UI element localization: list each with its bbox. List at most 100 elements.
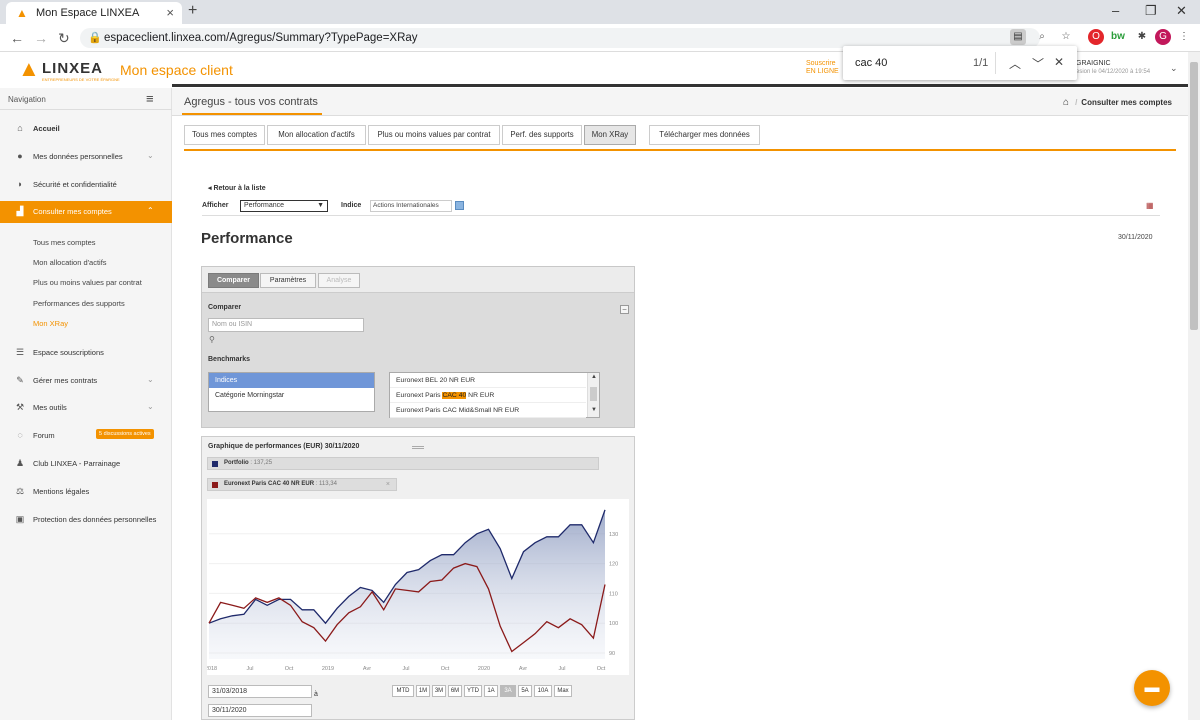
list-item[interactable]: Catégorie Morningstar: [209, 388, 374, 403]
indice-field[interactable]: Actions Internationales: [370, 200, 452, 212]
y-tick-label: 100: [609, 621, 618, 627]
hamburger-icon[interactable]: ≡: [146, 91, 154, 106]
y-tick-label: 90: [609, 651, 615, 657]
collapse-icon[interactable]: −: [620, 305, 629, 314]
retour-link[interactable]: ◂ Retour à la liste: [208, 184, 266, 192]
list-item-text: Euronext Paris CAC Mid&Small NR EUR: [396, 407, 520, 414]
tab-plus-moins-values[interactable]: Plus ou moins values par contrat: [368, 125, 500, 145]
back-arrow-icon[interactable]: ←: [10, 30, 24, 46]
find-previous-icon[interactable]: ︿: [1009, 55, 1021, 72]
search-input[interactable]: Nom ou ISIN: [208, 318, 364, 332]
profile-avatar[interactable]: G: [1155, 29, 1171, 45]
sidebar-item-consulter[interactable]: ▟ Consulter mes comptes ⌃: [0, 201, 172, 223]
forward-arrow-icon[interactable]: →: [34, 30, 48, 46]
close-window-button[interactable]: ✕: [1176, 3, 1187, 19]
close-tab-icon[interactable]: ×: [166, 5, 174, 20]
page-scrollbar[interactable]: [1188, 52, 1200, 720]
list-scrollbar[interactable]: ▲ ▼: [587, 373, 599, 417]
compare-tabs: Comparer Paramètres Analyse: [202, 267, 634, 293]
end-date-input[interactable]: 30/11/2020: [208, 704, 312, 717]
scroll-thumb[interactable]: [590, 387, 597, 401]
sidebar-item-donnees[interactable]: ● Mes données personnelles ⌄: [0, 146, 172, 168]
sidebar-sub-xray[interactable]: Mon XRay: [33, 319, 68, 328]
breadcrumb-current[interactable]: Consulter mes comptes: [1081, 98, 1172, 107]
sidebar-item-protection[interactable]: ▣ Protection des données personnelles: [0, 509, 172, 531]
scroll-thumb[interactable]: [1190, 62, 1198, 330]
calendar-icon[interactable]: ▦: [1146, 201, 1154, 210]
souscrire-link[interactable]: Souscrire EN LIGNE: [806, 60, 839, 76]
range-button-1a[interactable]: 1A: [484, 685, 498, 697]
x-tick-label: 2019: [322, 666, 334, 672]
search-icon[interactable]: ⚲: [209, 335, 215, 344]
x-tick-label: Avr: [519, 666, 527, 672]
performance-chart: 90 100 110 120 130 2018 Jul Oct 2019 Avr Jul Oct 202…: [207, 499, 629, 675]
reader-mode-icon[interactable]: ▤: [1010, 29, 1026, 45]
sidebar-sub-allocation[interactable]: Mon allocation d'actifs: [33, 258, 107, 267]
range-button-1m[interactable]: 1M: [416, 685, 430, 697]
legend-cac40: Euronext Paris CAC 40 NR EUR : 113,34 ×: [207, 478, 397, 491]
sidebar-item-souscriptions[interactable]: ☰ Espace souscriptions: [0, 342, 172, 364]
tab-comparer[interactable]: Comparer: [208, 273, 259, 288]
sidebar-item-mentions[interactable]: ⚖ Mentions légales: [0, 481, 172, 503]
sidebar-sub-plusmoins[interactable]: Plus ou moins values par contrat: [33, 278, 142, 287]
scroll-down-icon[interactable]: ▼: [591, 407, 597, 413]
extensions-puzzle-icon[interactable]: ✱: [1134, 29, 1150, 45]
start-date-input[interactable]: 31/03/2018: [208, 685, 312, 698]
sidebar-item-forum[interactable]: ◌ Forum 5 discussions actives: [0, 425, 172, 447]
legend-name: Portfolio: [224, 460, 249, 466]
sidebar-item-securite[interactable]: ◗ Sécurité et confidentialité: [0, 174, 172, 196]
chevron-down-icon[interactable]: ⌄: [1170, 63, 1178, 74]
tab-tous-mes-comptes[interactable]: Tous mes comptes: [184, 125, 265, 145]
list-item[interactable]: Indices: [209, 373, 374, 388]
tab-perf-supports[interactable]: Perf. des supports: [502, 125, 582, 145]
x-tick-label: Oct: [441, 666, 450, 672]
tab-parametres[interactable]: Paramètres: [260, 273, 316, 288]
remove-series-icon[interactable]: ×: [386, 479, 390, 490]
opera-icon[interactable]: O: [1088, 29, 1104, 45]
sidebar-item-outils[interactable]: ⚒ Mes outils ⌄: [0, 397, 172, 419]
linxea-logo[interactable]: ▲ LINXEA ENTREPRENEURS DE VOTRE ÉPARGNE: [18, 57, 128, 83]
indice-picker-icon[interactable]: [455, 201, 464, 210]
user-menu[interactable]: GRAIGNIC esion le 04/12/2020 à 19:54: [1076, 60, 1150, 76]
list-item[interactable]: Euronext Paris CAC 40 NR EUR: [390, 388, 586, 403]
tab-allocation[interactable]: Mon allocation d'actifs: [267, 125, 366, 145]
tab-mon-xray[interactable]: Mon XRay: [584, 125, 636, 145]
list-item[interactable]: Euronext BEL 20 NR EUR: [390, 373, 586, 388]
star-icon[interactable]: ☆: [1058, 29, 1074, 45]
find-close-icon[interactable]: ✕: [1054, 55, 1064, 69]
sidebar-item-club[interactable]: ♟ Club LINXEA - Parrainage: [0, 453, 172, 475]
range-button-mtd[interactable]: MTD: [392, 685, 414, 697]
range-button-6m[interactable]: 6M: [448, 685, 462, 697]
chat-bubble-button[interactable]: ▬: [1134, 670, 1170, 706]
url-input[interactable]: 🔒 espaceclient.linxea.com/Agregus/Summar…: [80, 28, 1040, 48]
new-tab-button[interactable]: +: [188, 2, 197, 20]
compare-panel: Comparer Paramètres Analyse Comparer − N…: [201, 266, 635, 428]
range-button-3m[interactable]: 3M: [432, 685, 446, 697]
range-button-10a[interactable]: 10A: [534, 685, 552, 697]
home-icon[interactable]: ⌂: [1063, 97, 1069, 108]
browser-tab-bar: ▲ Mon Espace LINXEA × + – ❐ ✕: [0, 0, 1200, 24]
sidebar-item-accueil[interactable]: ⌂ Accueil: [0, 118, 172, 140]
extension-bw-icon[interactable]: bw: [1110, 29, 1126, 45]
scroll-up-icon[interactable]: ▲: [591, 374, 597, 380]
menu-dots-icon[interactable]: ⋮: [1176, 29, 1192, 45]
afficher-select[interactable]: Performance ▼: [240, 200, 328, 212]
range-button-5a[interactable]: 5A: [518, 685, 532, 697]
sidebar-sub-tous[interactable]: Tous mes comptes: [33, 238, 96, 247]
shield-icon: ◗: [17, 179, 23, 189]
range-button-ytd[interactable]: YTD: [464, 685, 482, 697]
zoom-icon[interactable]: ⌕: [1034, 29, 1050, 45]
range-button-max[interactable]: Max: [554, 685, 572, 697]
drag-handle-icon[interactable]: [412, 446, 424, 449]
restore-button[interactable]: ❐: [1145, 3, 1157, 19]
tab-telecharger[interactable]: Télécharger mes données: [649, 125, 760, 145]
find-input[interactable]: cac 40: [855, 57, 887, 69]
find-next-icon[interactable]: ﹀: [1032, 55, 1044, 72]
list-item[interactable]: Euronext Paris CAC Mid&Small NR EUR: [390, 403, 586, 418]
sidebar-sub-performances[interactable]: Performances des supports: [33, 299, 125, 308]
reload-icon[interactable]: ↻: [58, 30, 70, 47]
range-button-3a[interactable]: 3A: [500, 685, 516, 697]
browser-tab[interactable]: ▲ Mon Espace LINXEA ×: [6, 2, 182, 24]
sidebar-item-gerer[interactable]: ✎ Gérer mes contrats ⌄: [0, 370, 172, 392]
minimize-button[interactable]: –: [1112, 3, 1119, 18]
